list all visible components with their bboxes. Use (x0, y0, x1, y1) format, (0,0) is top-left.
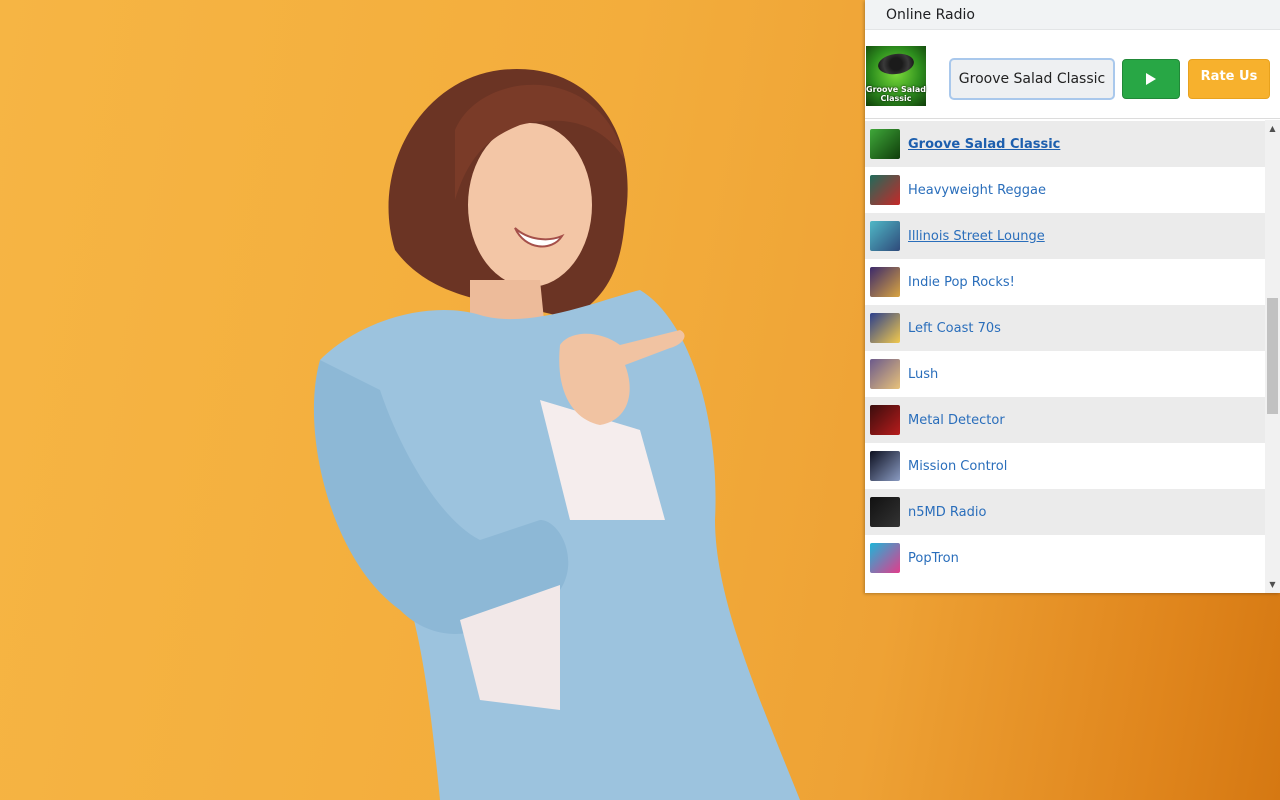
station-thumbnail (870, 359, 900, 389)
current-station-logo: Groove Salad Classic (866, 46, 926, 106)
station-thumbnail (870, 543, 900, 573)
station-name-link[interactable]: PopTron (908, 551, 959, 566)
station-item[interactable]: Lush (865, 351, 1265, 397)
station-item[interactable]: n5MD Radio (865, 489, 1265, 535)
radio-popup: Online Radio Groove Salad Classic Groove… (865, 0, 1280, 593)
station-name-link[interactable]: Left Coast 70s (908, 321, 1001, 336)
rate-us-button[interactable]: Rate Us (1188, 59, 1270, 99)
station-thumbnail (870, 129, 900, 159)
play-icon (1146, 73, 1156, 85)
station-item[interactable]: PopTron (865, 535, 1265, 581)
current-station-label: Groove Salad Classic (958, 71, 1106, 87)
player-toolbar: Groove Salad Classic Groove Salad Classi… (865, 30, 1280, 119)
station-thumbnail (870, 267, 900, 297)
play-button[interactable] (1122, 59, 1180, 99)
station-name-link[interactable]: Indie Pop Rocks! (908, 275, 1015, 290)
current-station-field[interactable]: Groove Salad Classic (949, 58, 1115, 100)
rate-us-label: Rate Us (1200, 69, 1258, 84)
station-name-link[interactable]: Heavyweight Reggae (908, 183, 1046, 198)
station-item[interactable]: Metal Detector (865, 397, 1265, 443)
station-item[interactable]: Illinois Street Lounge (865, 213, 1265, 259)
station-thumbnail (870, 405, 900, 435)
station-list: Groove Salad Classic Heavyweight Reggae Il… (865, 121, 1265, 581)
station-name-link[interactable]: Mission Control (908, 459, 1007, 474)
station-thumbnail (870, 313, 900, 343)
face-shape (468, 123, 592, 287)
station-item[interactable]: Left Coast 70s (865, 305, 1265, 351)
vinyl-disc-icon (876, 51, 916, 77)
scrollbar[interactable]: ▲ ▼ (1265, 120, 1280, 593)
station-item[interactable]: Groove Salad Classic (865, 121, 1265, 167)
station-name-link[interactable]: Lush (908, 367, 938, 382)
station-thumbnail (870, 497, 900, 527)
station-thumbnail (870, 175, 900, 205)
station-name-link[interactable]: Illinois Street Lounge (908, 229, 1045, 244)
station-list-container[interactable]: Groove Salad Classic Heavyweight Reggae Il… (865, 120, 1280, 593)
station-item[interactable]: Heavyweight Reggae (865, 167, 1265, 213)
station-name-link[interactable]: Metal Detector (908, 413, 1005, 428)
station-name-link[interactable]: Groove Salad Classic (908, 137, 1060, 152)
logo-text: Groove Salad Classic (866, 85, 926, 103)
popup-header: Online Radio (865, 0, 1280, 30)
scroll-down-arrow-icon[interactable]: ▼ (1265, 577, 1280, 591)
popup-title: Online Radio (886, 6, 975, 23)
station-thumbnail (870, 221, 900, 251)
station-item[interactable]: Indie Pop Rocks! (865, 259, 1265, 305)
station-name-link[interactable]: n5MD Radio (908, 505, 986, 520)
station-item[interactable]: Mission Control (865, 443, 1265, 489)
scroll-up-arrow-icon[interactable]: ▲ (1265, 121, 1280, 135)
scroll-thumb[interactable] (1267, 298, 1278, 414)
station-thumbnail (870, 451, 900, 481)
